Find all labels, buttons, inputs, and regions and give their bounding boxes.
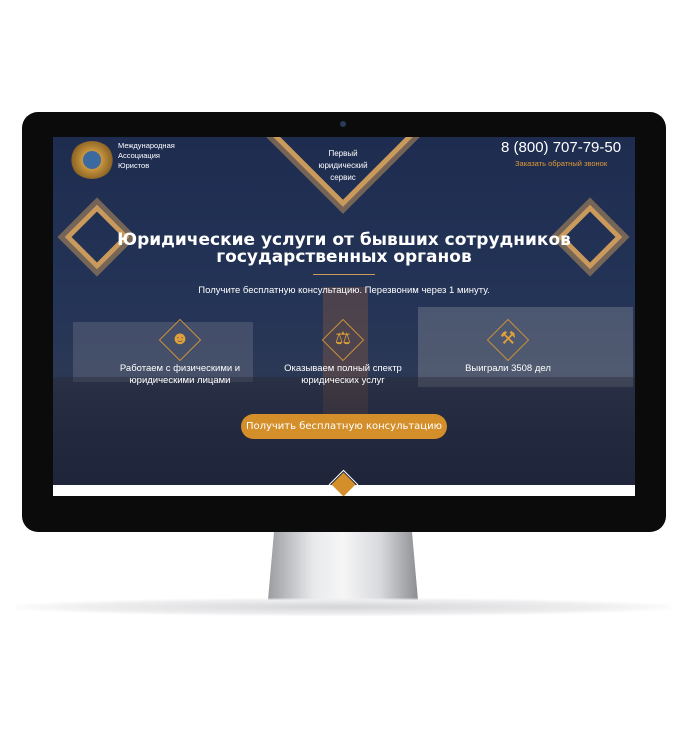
feature-text: Работаем с физическими и	[119, 363, 241, 374]
logo-emblem[interactable]	[70, 141, 114, 179]
website-screen: Международная Ассоциация Юристов Первый …	[53, 137, 635, 496]
lawyer-person-icon: ☻	[170, 328, 190, 348]
free-consultation-button[interactable]: Получить бесплатную консультацию	[241, 414, 447, 439]
gavel-icon: ⚒	[499, 328, 517, 348]
badge-line: сервис	[330, 173, 356, 182]
org-name-line: Международная	[118, 141, 175, 150]
title-divider	[313, 274, 375, 275]
camera-icon	[340, 121, 346, 127]
feature-text: Выиграли 3508 дел	[465, 363, 551, 374]
callback-link[interactable]: Заказать обратный звонок	[515, 159, 607, 168]
feature-text: юридических услуг	[301, 375, 385, 386]
badge-line: юридический	[318, 161, 368, 170]
phone-number[interactable]: 8 (800) 707-79-50	[501, 139, 621, 156]
feature-text: Оказываем полный спектр	[284, 363, 402, 374]
monitor-base-shadow	[15, 598, 671, 616]
scales-icon: ⚖	[334, 328, 352, 348]
org-name-line: Юристов	[118, 161, 150, 170]
feature-text: юридическими лицами	[129, 375, 231, 386]
hero-title-line: государственных органов	[216, 247, 472, 267]
hero-subtitle: Получите бесплатную консультацию. Перезв…	[198, 285, 490, 296]
org-name-line: Ассоциация	[118, 151, 160, 160]
badge-line: Первый	[328, 149, 358, 158]
monitor-stand	[268, 532, 418, 600]
